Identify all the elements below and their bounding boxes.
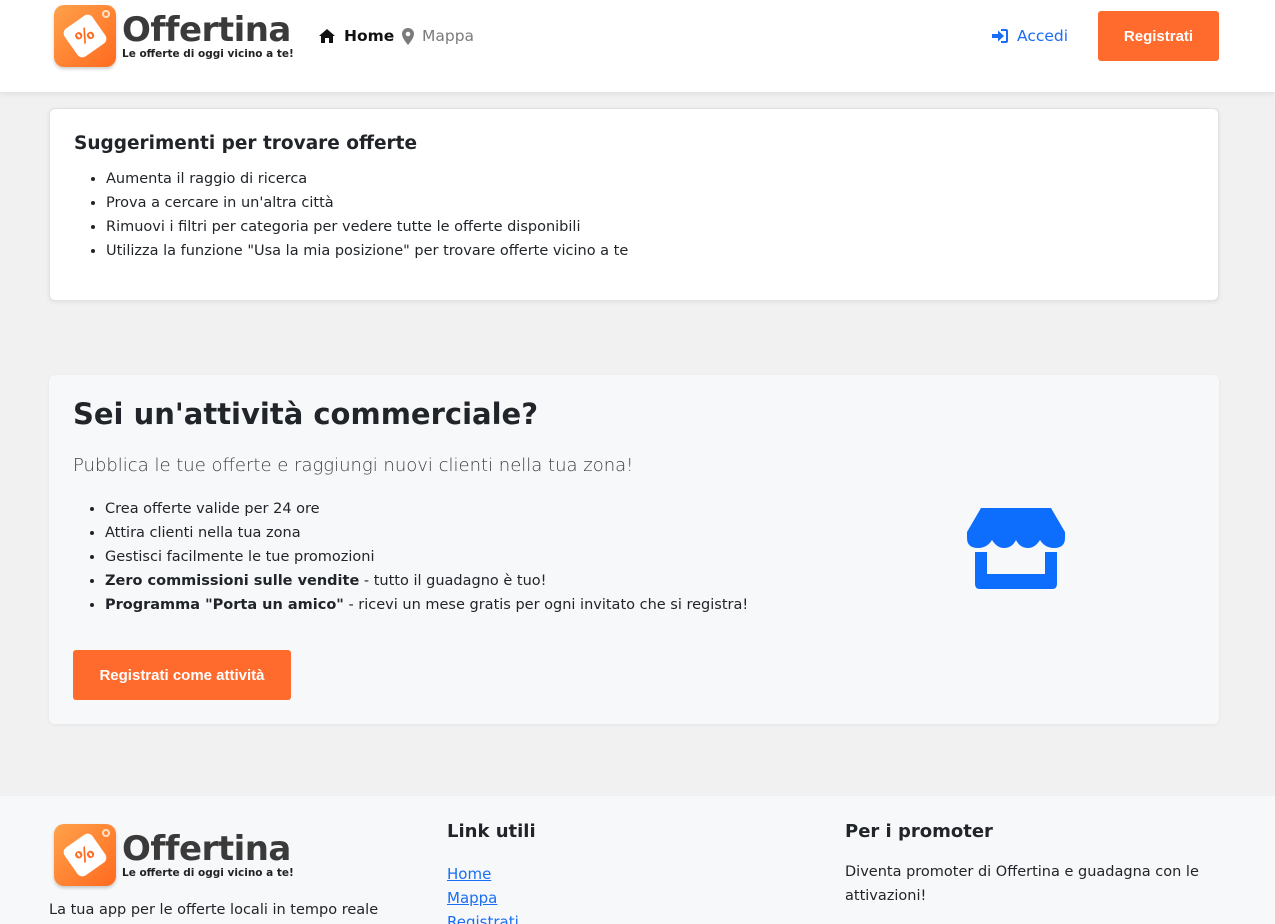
business-title: Sei un'attività commerciale? (73, 397, 539, 431)
header-logo[interactable]: % Offertina Le offerte di oggi vicino a … (54, 5, 294, 67)
home-icon (319, 29, 335, 43)
top-navbar: % Offertina Le offerte di oggi vicino a … (0, 0, 1275, 92)
footer-logo[interactable]: % Offertina Le offerte di oggi vicino a … (54, 824, 294, 886)
login-link[interactable]: Accedi (991, 24, 1068, 48)
business-card: Sei un'attività commerciale? Pubblica le… (49, 375, 1219, 724)
business-lead: Pubblica le tue offerte e raggiungi nuov… (73, 455, 634, 476)
store-icon (967, 508, 1065, 589)
tips-card: Suggerimenti per trovare offerte Aumenta… (49, 108, 1219, 301)
login-label: Accedi (1017, 27, 1069, 45)
sign-in-icon (992, 29, 1008, 43)
list-item: Programma "Porta un amico" - ricevi un m… (105, 593, 748, 617)
register-button[interactable]: Registrati (1098, 11, 1219, 61)
footer-tagline: La tua app per le offerte locali in temp… (49, 902, 379, 918)
price-tag-icon: % (54, 5, 116, 67)
nav-map-link[interactable]: Mappa (402, 24, 474, 48)
list-item: Rimuovi i filtri per categoria per veder… (106, 215, 628, 239)
nav-home-label: Home (344, 27, 395, 45)
list-item: Zero commissioni sulle vendite - tutto i… (105, 569, 748, 593)
brand-slogan: Le offerte di oggi vicino a te! (122, 867, 294, 879)
footer-link-register[interactable]: Registrati (447, 910, 519, 924)
price-tag-icon: % (54, 824, 116, 886)
brand-slogan: Le offerte di oggi vicino a te! (122, 48, 294, 60)
tips-list: Aumenta il raggio di ricerca Prova a cer… (106, 167, 628, 263)
links-heading: Link utili (447, 821, 536, 842)
business-benefits-list: Crea offerte valide per 24 ore Attira cl… (105, 497, 748, 617)
list-item: Aumenta il raggio di ricerca (106, 167, 628, 191)
brand-name: Offertina (122, 829, 291, 869)
list-item: Utilizza la funzione "Usa la mia posizio… (106, 239, 628, 263)
nav-map-label: Mappa (422, 27, 475, 45)
footer-links: Home Mappa Registrati (447, 862, 519, 924)
page-footer: % Offertina Le offerte di oggi vicino a … (0, 796, 1275, 924)
tips-title: Suggerimenti per trovare offerte (74, 133, 418, 154)
list-item: Attira clienti nella tua zona (105, 521, 748, 545)
promoter-heading: Per i promoter (845, 821, 993, 842)
nav-home-link[interactable]: Home (318, 24, 394, 48)
register-business-button[interactable]: Registrati come attività (73, 650, 291, 700)
list-item: Gestisci facilmente le tue promozioni (105, 545, 748, 569)
brand-name: Offertina (122, 10, 291, 50)
promoter-text: Diventa promoter di Offertina e guadagna… (845, 864, 1199, 904)
footer-link-map[interactable]: Mappa (447, 886, 519, 910)
map-marker-icon (402, 27, 414, 45)
list-item: Prova a cercare in un'altra città (106, 191, 628, 215)
list-item: Crea offerte valide per 24 ore (105, 497, 748, 521)
footer-link-home[interactable]: Home (447, 862, 519, 886)
